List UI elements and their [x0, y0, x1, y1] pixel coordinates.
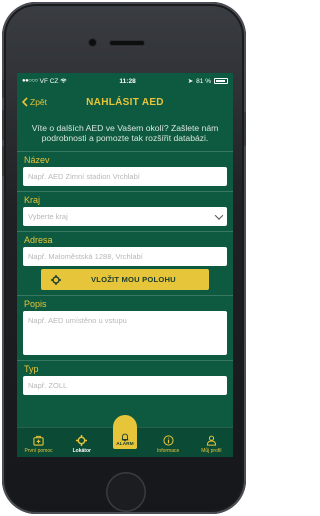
battery-percent: 81 %: [196, 77, 211, 85]
back-button[interactable]: Zpět: [22, 94, 47, 110]
crosshair-icon: [51, 274, 61, 285]
tab-first-aid-label: První pomoc: [24, 448, 53, 454]
tab-first-aid[interactable]: První pomoc: [19, 435, 59, 454]
tab-profile-label: Můj profil: [201, 448, 222, 454]
name-input[interactable]: [23, 167, 227, 186]
status-bar: ●●○○○ VF CZ 11:28 ➤ 81 %: [17, 73, 233, 89]
region-select[interactable]: Vyberte kraj: [23, 207, 227, 226]
insert-location-label: VLOŽIT MOU POLOHU: [91, 275, 176, 284]
address-label: Adresa: [17, 231, 233, 247]
location-icon: ➤: [187, 78, 194, 85]
status-time: 11:28: [119, 77, 136, 85]
report-form: Název Kraj Vyberte kraj Adresa VLOŽIT MO…: [17, 151, 233, 395]
description-placeholder: Např. AED umístěno u vstupu: [28, 316, 127, 325]
alarm-button[interactable]: ALARM: [112, 415, 137, 449]
wifi-icon: [60, 78, 68, 83]
tab-info[interactable]: Informace: [148, 435, 188, 454]
address-input[interactable]: [23, 247, 227, 266]
description-label: Popis: [17, 295, 233, 311]
bell-icon: [121, 433, 129, 442]
signal-icon: ●●○○○: [22, 78, 38, 84]
carrier-label: VF CZ: [39, 77, 59, 85]
intro-text: Víte o dalších AED ve Vašem okolí? Zašle…: [31, 123, 219, 143]
chevron-down-icon: [214, 210, 224, 220]
battery-icon: [214, 78, 228, 84]
volume-down-button: [2, 146, 4, 176]
earpiece-speaker: [110, 41, 144, 45]
tab-alarm-label: ALARM: [116, 442, 134, 447]
home-button[interactable]: [106, 472, 146, 512]
tab-locator-label: Lokátor: [72, 448, 91, 454]
navigation-bar: Zpět NAHLÁSIT AED: [17, 89, 233, 115]
back-label: Zpět: [30, 97, 48, 107]
first-aid-icon: [33, 435, 44, 446]
region-select-value: Vyberte kraj: [28, 212, 68, 221]
tab-profile[interactable]: Můj profil: [191, 435, 231, 454]
profile-icon: [206, 435, 216, 446]
front-camera: [89, 39, 96, 46]
description-textarea[interactable]: Např. AED umístěno u vstupu: [23, 311, 227, 355]
insert-location-button[interactable]: VLOŽIT MOU POLOHU: [41, 269, 209, 290]
power-button: [244, 112, 246, 146]
type-input[interactable]: [23, 376, 227, 395]
tab-info-label: Informace: [157, 448, 180, 454]
info-icon: [163, 435, 174, 446]
volume-up-button: [2, 110, 4, 140]
app-screen: ●●○○○ VF CZ 11:28 ➤ 81 % Zpět NAHLÁSIT A…: [17, 73, 233, 457]
tab-locator[interactable]: Lokátor: [62, 435, 102, 454]
page-title: NAHLÁSIT AED: [86, 96, 164, 108]
type-label: Typ: [17, 360, 233, 376]
name-label: Název: [17, 151, 233, 167]
locator-icon: [76, 435, 88, 446]
region-label: Kraj: [17, 191, 233, 207]
mute-switch: [2, 80, 4, 98]
chevron-left-icon: [22, 97, 28, 107]
tab-bar: První pomoc Lokátor ALARM Informace Můj …: [17, 415, 233, 457]
